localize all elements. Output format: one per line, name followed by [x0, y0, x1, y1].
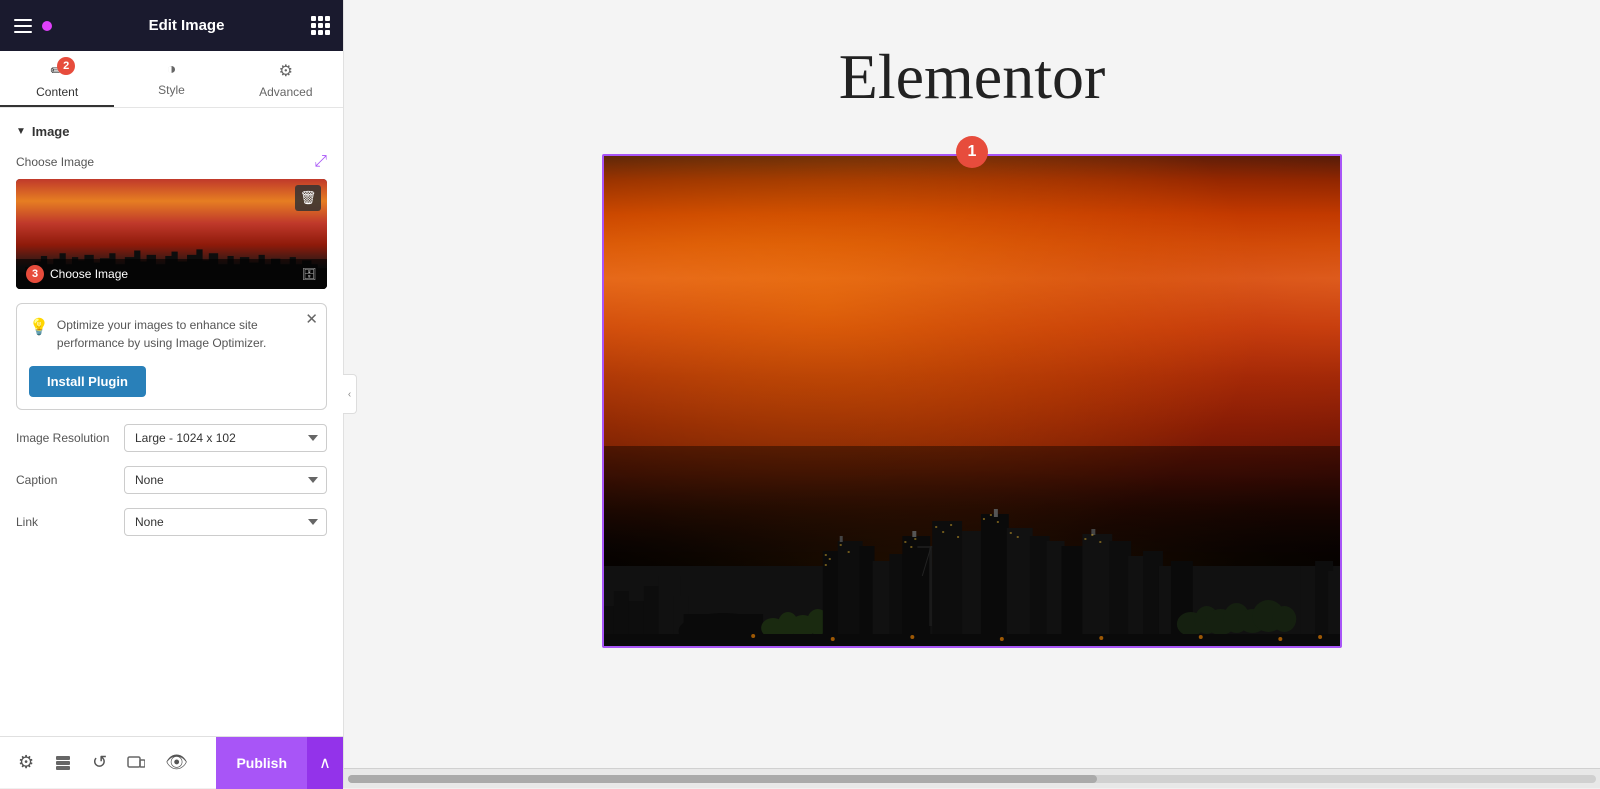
grid-icon[interactable]: [311, 16, 329, 35]
main-city-silhouette: [604, 446, 1340, 646]
banner-header: 💡 Optimize your images to enhance site p…: [29, 316, 314, 352]
history-toolbar-button[interactable]: ↺: [82, 744, 117, 781]
settings-toolbar-button[interactable]: ⚙: [8, 744, 44, 781]
panel-tabs: ✏ Content 2 ◑ Style ⚙ Advanced: [0, 51, 343, 108]
panel-title: Edit Image: [149, 17, 225, 34]
tab-content-label: Content: [36, 85, 78, 99]
delete-image-button[interactable]: 🗑: [295, 185, 321, 211]
toolbar-icons: ⚙ ↺ 👁: [0, 744, 216, 781]
bulb-icon: 💡: [29, 317, 49, 337]
choose-image-btn-label: Choose Image: [50, 267, 128, 281]
horizontal-scrollbar[interactable]: [348, 775, 1596, 783]
canvas-content: Elementor 1: [344, 0, 1600, 768]
section-label: Image: [32, 124, 70, 139]
hamburger-line: [14, 31, 32, 33]
menu-button[interactable]: [14, 19, 32, 33]
canvas-step1-badge: 1: [956, 136, 988, 168]
panel-header: Edit Image: [0, 0, 343, 51]
panel-content: ▼ Image Choose Image ⤢ 🗑 3 Choose Image …: [0, 108, 343, 736]
image-preview-wrapper[interactable]: 🗑 3 Choose Image 🗄: [16, 179, 327, 289]
image-chooser: Choose Image ⤢ 🗑 3 Choose Image 🗄: [16, 153, 327, 289]
caption-select[interactable]: None: [124, 466, 327, 494]
style-icon: ◑: [167, 61, 177, 79]
page-title: Elementor: [839, 40, 1106, 114]
tab-style[interactable]: ◑ Style: [114, 51, 228, 107]
section-arrow: ▼: [16, 126, 26, 137]
link-row: Link None: [16, 508, 327, 536]
install-plugin-button[interactable]: Install Plugin: [29, 366, 146, 397]
publish-button[interactable]: Publish: [216, 737, 307, 789]
chevron-up-button[interactable]: ∧: [307, 737, 343, 789]
tab-advanced[interactable]: ⚙ Advanced: [229, 51, 343, 107]
advanced-icon: ⚙: [279, 61, 293, 81]
db-icon: 🗄: [302, 267, 317, 281]
step3-badge: 3: [26, 265, 44, 283]
scroll-thumb: [348, 775, 1097, 783]
city-skyline-svg: [604, 446, 1340, 646]
bottom-toolbar: ⚙ ↺ 👁 Publish ∧: [0, 736, 343, 788]
content-badge: 2: [57, 57, 75, 75]
hamburger-line: [14, 25, 32, 27]
close-banner-button[interactable]: ✕: [305, 312, 318, 327]
link-label: Link: [16, 515, 116, 529]
tab-content[interactable]: ✏ Content 2: [0, 51, 114, 107]
image-widget[interactable]: [602, 154, 1342, 648]
resolution-label: Image Resolution: [16, 431, 116, 445]
optimize-text: Optimize your images to enhance site per…: [57, 316, 314, 352]
left-panel: Edit Image ✏ Content 2 ◑ Style ⚙ Advance…: [0, 0, 344, 788]
image-widget-wrapper[interactable]: 1: [602, 154, 1342, 648]
link-select[interactable]: None: [124, 508, 327, 536]
preview-toolbar-button[interactable]: 👁: [155, 744, 198, 781]
resolution-row: Image Resolution Large - 1024 x 102: [16, 424, 327, 452]
logo-dot: [42, 21, 52, 31]
choose-image-btn[interactable]: 3 Choose Image 🗄: [16, 259, 327, 289]
resolution-select[interactable]: Large - 1024 x 102: [124, 424, 327, 452]
canvas-area: Elementor 1: [344, 0, 1600, 788]
layers-icon: [54, 754, 72, 772]
responsive-icon: [127, 754, 145, 772]
choose-image-label: Choose Image ⤢: [16, 153, 327, 171]
caption-row: Caption None: [16, 466, 327, 494]
section-image-title: ▼ Image: [16, 124, 327, 139]
caption-label: Caption: [16, 473, 116, 487]
canvas-bottom-bar: [344, 768, 1600, 788]
tab-style-label: Style: [158, 83, 185, 97]
tab-advanced-label: Advanced: [259, 85, 312, 99]
expand-icon[interactable]: ⤢: [314, 153, 327, 171]
main-image-bg: [604, 156, 1340, 646]
hamburger-line: [14, 19, 32, 21]
collapse-handle[interactable]: ‹: [343, 374, 357, 414]
layers-toolbar-button[interactable]: [44, 746, 82, 780]
optimize-banner: ✕ 💡 Optimize your images to enhance site…: [16, 303, 327, 410]
responsive-toolbar-button[interactable]: [117, 746, 155, 780]
